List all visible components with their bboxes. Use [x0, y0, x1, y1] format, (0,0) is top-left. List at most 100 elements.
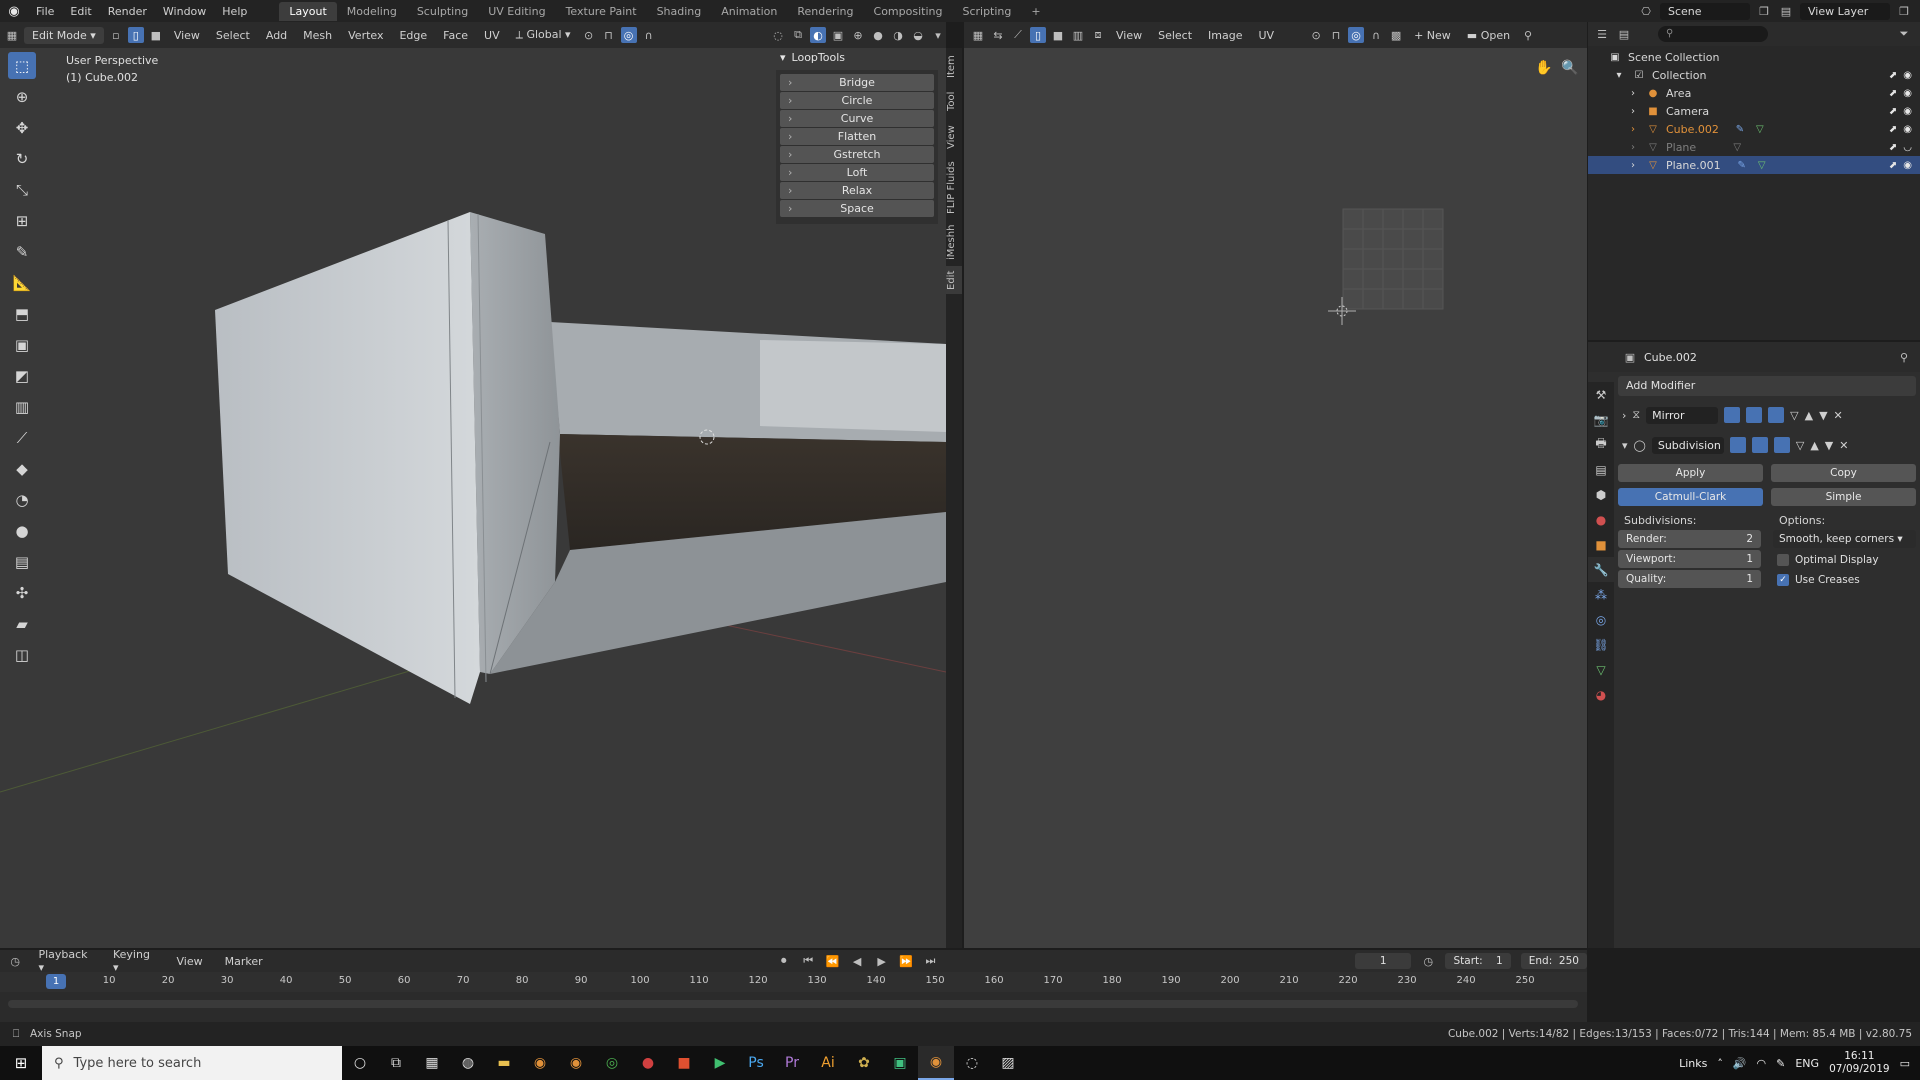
- catmull-clark-button[interactable]: Catmull-Clark: [1618, 488, 1763, 506]
- tab-shading[interactable]: Shading: [647, 2, 712, 21]
- tab-item[interactable]: Item: [946, 52, 962, 82]
- checkbox-unchecked-icon[interactable]: [1777, 554, 1789, 566]
- tree-item-cube[interactable]: › ▽ Cube.002 ✎ ▽ ⬈ ◉: [1588, 120, 1920, 138]
- notifications-icon[interactable]: ▭: [1900, 1057, 1910, 1070]
- falloff-icon[interactable]: ∩: [641, 27, 657, 43]
- physics-tab-icon[interactable]: ◎: [1588, 607, 1614, 632]
- proportional-edit-icon[interactable]: ◎: [620, 27, 637, 43]
- blender-app-icon[interactable]: ◉: [522, 1046, 558, 1080]
- play-app-icon[interactable]: ▶: [702, 1046, 738, 1080]
- view-layer-tab-icon[interactable]: ▤: [1588, 457, 1614, 482]
- app-circle-icon[interactable]: ◌: [954, 1046, 990, 1080]
- tab-flip-fluids[interactable]: FLIP Fluids: [946, 158, 962, 218]
- start-frame-field[interactable]: Start: 1: [1445, 953, 1511, 969]
- menu-file[interactable]: File: [28, 5, 62, 18]
- modifier-tab-icon[interactable]: 🔧: [1588, 557, 1614, 582]
- looptools-relax[interactable]: › Relax: [780, 182, 934, 199]
- 3d-viewport[interactable]: ▦ Edit Mode ▾ ▫ ▯ ■ View Select Add Mesh…: [0, 22, 946, 948]
- render-toggle-icon[interactable]: [1773, 437, 1790, 453]
- expand-arrow-icon[interactable]: ▾: [1622, 439, 1628, 452]
- simple-button[interactable]: Simple: [1771, 488, 1916, 506]
- menu-select[interactable]: Select: [210, 27, 256, 44]
- jump-end-icon[interactable]: ⏭: [923, 953, 937, 969]
- menu-edge[interactable]: Edge: [393, 27, 433, 44]
- windows-start-icon[interactable]: ⊞: [0, 1054, 42, 1072]
- add-workspace-button[interactable]: +: [1021, 2, 1050, 21]
- modifier-name-field[interactable]: Subdivision: [1651, 436, 1724, 454]
- tab-view[interactable]: View: [946, 120, 962, 154]
- edge-select-icon[interactable]: ▯: [127, 27, 144, 43]
- annotate-icon[interactable]: ✎: [8, 238, 36, 265]
- next-keyframe-icon[interactable]: ⏩: [899, 953, 913, 969]
- snap-icon[interactable]: ⊓: [601, 27, 617, 43]
- pin-icon[interactable]: ⚲: [1896, 349, 1912, 365]
- current-frame-indicator[interactable]: 1: [46, 974, 66, 989]
- blender-app-2-icon[interactable]: ◉: [558, 1046, 594, 1080]
- tab-modeling[interactable]: Modeling: [337, 2, 407, 21]
- blender-logo-icon[interactable]: ◉: [0, 4, 28, 19]
- menu-window[interactable]: Window: [155, 5, 214, 18]
- poly-build-icon[interactable]: ◆: [8, 455, 36, 482]
- scene-field[interactable]: Scene: [1660, 2, 1750, 20]
- links-toolbar[interactable]: Links: [1679, 1057, 1707, 1070]
- looptools-gstretch[interactable]: › Gstretch: [780, 146, 934, 163]
- illustrator-icon[interactable]: Ai: [810, 1046, 846, 1080]
- clock-icon[interactable]: ◷: [1421, 953, 1435, 969]
- edge-slide-icon[interactable]: ▤: [8, 548, 36, 575]
- rotate-icon[interactable]: ↻: [8, 145, 36, 172]
- current-frame-field[interactable]: 1: [1355, 953, 1412, 969]
- chrome-icon[interactable]: ◎: [594, 1046, 630, 1080]
- eye-closed-icon[interactable]: ◡: [1903, 142, 1912, 153]
- close-icon[interactable]: ✕: [1839, 439, 1848, 452]
- editor-type-icon[interactable]: ☰: [1594, 26, 1610, 42]
- tab-texture-paint[interactable]: Texture Paint: [556, 2, 647, 21]
- selectable-icon[interactable]: ⬈: [1889, 142, 1897, 153]
- menu-vertex[interactable]: Vertex: [342, 27, 389, 44]
- timeline-scrollbar[interactable]: [8, 1000, 1578, 1008]
- vertex-select-icon[interactable]: ▫: [108, 27, 124, 43]
- tool-tab-icon[interactable]: ⚒: [1588, 382, 1614, 407]
- constraints-tab-icon[interactable]: ⛓: [1588, 632, 1614, 657]
- selectable-icon[interactable]: ⬈: [1889, 124, 1897, 135]
- inset-icon[interactable]: ▣: [8, 331, 36, 358]
- tree-item-plane-001[interactable]: › ▽ Plane.001 ✎ ▽ ⬈ ◉: [1588, 156, 1920, 174]
- tab-layout[interactable]: Layout: [279, 1, 337, 21]
- task-view-icon[interactable]: ⧉: [378, 1046, 414, 1080]
- loop-cut-icon[interactable]: ▥: [8, 393, 36, 420]
- world-tab-icon[interactable]: ●: [1588, 507, 1614, 532]
- eye-icon[interactable]: ◉: [1903, 160, 1912, 171]
- menu-help[interactable]: Help: [214, 5, 255, 18]
- overlays-icon[interactable]: ⧉: [790, 27, 806, 43]
- display-mode-icon[interactable]: ▤: [1616, 26, 1632, 42]
- use-creases-checkbox[interactable]: ✓ Use Creases: [1773, 570, 1916, 590]
- menu-add[interactable]: Add: [260, 27, 293, 44]
- wifi-icon[interactable]: ◠: [1757, 1057, 1767, 1070]
- shading-material-icon[interactable]: ◑: [890, 27, 906, 43]
- modifier-mirror-header[interactable]: › ⧖ Mirror ▽ ▲ ▼ ✕: [1618, 404, 1916, 426]
- new-view-layer-icon[interactable]: ❐: [1896, 3, 1912, 19]
- taskbar-search-input[interactable]: ⚲ Type here to search: [42, 1046, 342, 1080]
- photoshop-icon[interactable]: Ps: [738, 1046, 774, 1080]
- selectable-icon[interactable]: ⬈: [1889, 106, 1897, 117]
- looptools-circle[interactable]: › Circle: [780, 92, 934, 109]
- tree-item-area[interactable]: › ● Area ⬈ ◉: [1588, 84, 1920, 102]
- pen-icon[interactable]: ✎: [1776, 1057, 1785, 1070]
- editmode-toggle-icon[interactable]: [1724, 407, 1741, 423]
- extrude-icon[interactable]: ⬒: [8, 300, 36, 327]
- outliner-search-input[interactable]: ⚲: [1658, 26, 1768, 42]
- looptools-bridge[interactable]: › Bridge: [780, 74, 934, 91]
- rip-icon[interactable]: ◫: [8, 641, 36, 668]
- editor-type-icon[interactable]: ◷: [8, 953, 22, 969]
- quality-field[interactable]: Quality: 1: [1618, 570, 1761, 588]
- face-select-icon[interactable]: ■: [148, 27, 164, 43]
- spin-icon[interactable]: ◔: [8, 486, 36, 513]
- play-icon[interactable]: ▶: [874, 953, 888, 969]
- app-globe-icon[interactable]: ◍: [450, 1046, 486, 1080]
- tab-animation[interactable]: Animation: [711, 2, 787, 21]
- apply-button[interactable]: Apply: [1618, 464, 1763, 482]
- move-icon[interactable]: ✥: [8, 114, 36, 141]
- uv-smooth-dropdown[interactable]: Smooth, keep corners ▾: [1773, 530, 1916, 548]
- view-layer-field[interactable]: View Layer: [1800, 2, 1890, 20]
- viewport-toggle-icon[interactable]: [1746, 407, 1763, 423]
- looptools-header[interactable]: ▾ LoopTools: [776, 48, 938, 66]
